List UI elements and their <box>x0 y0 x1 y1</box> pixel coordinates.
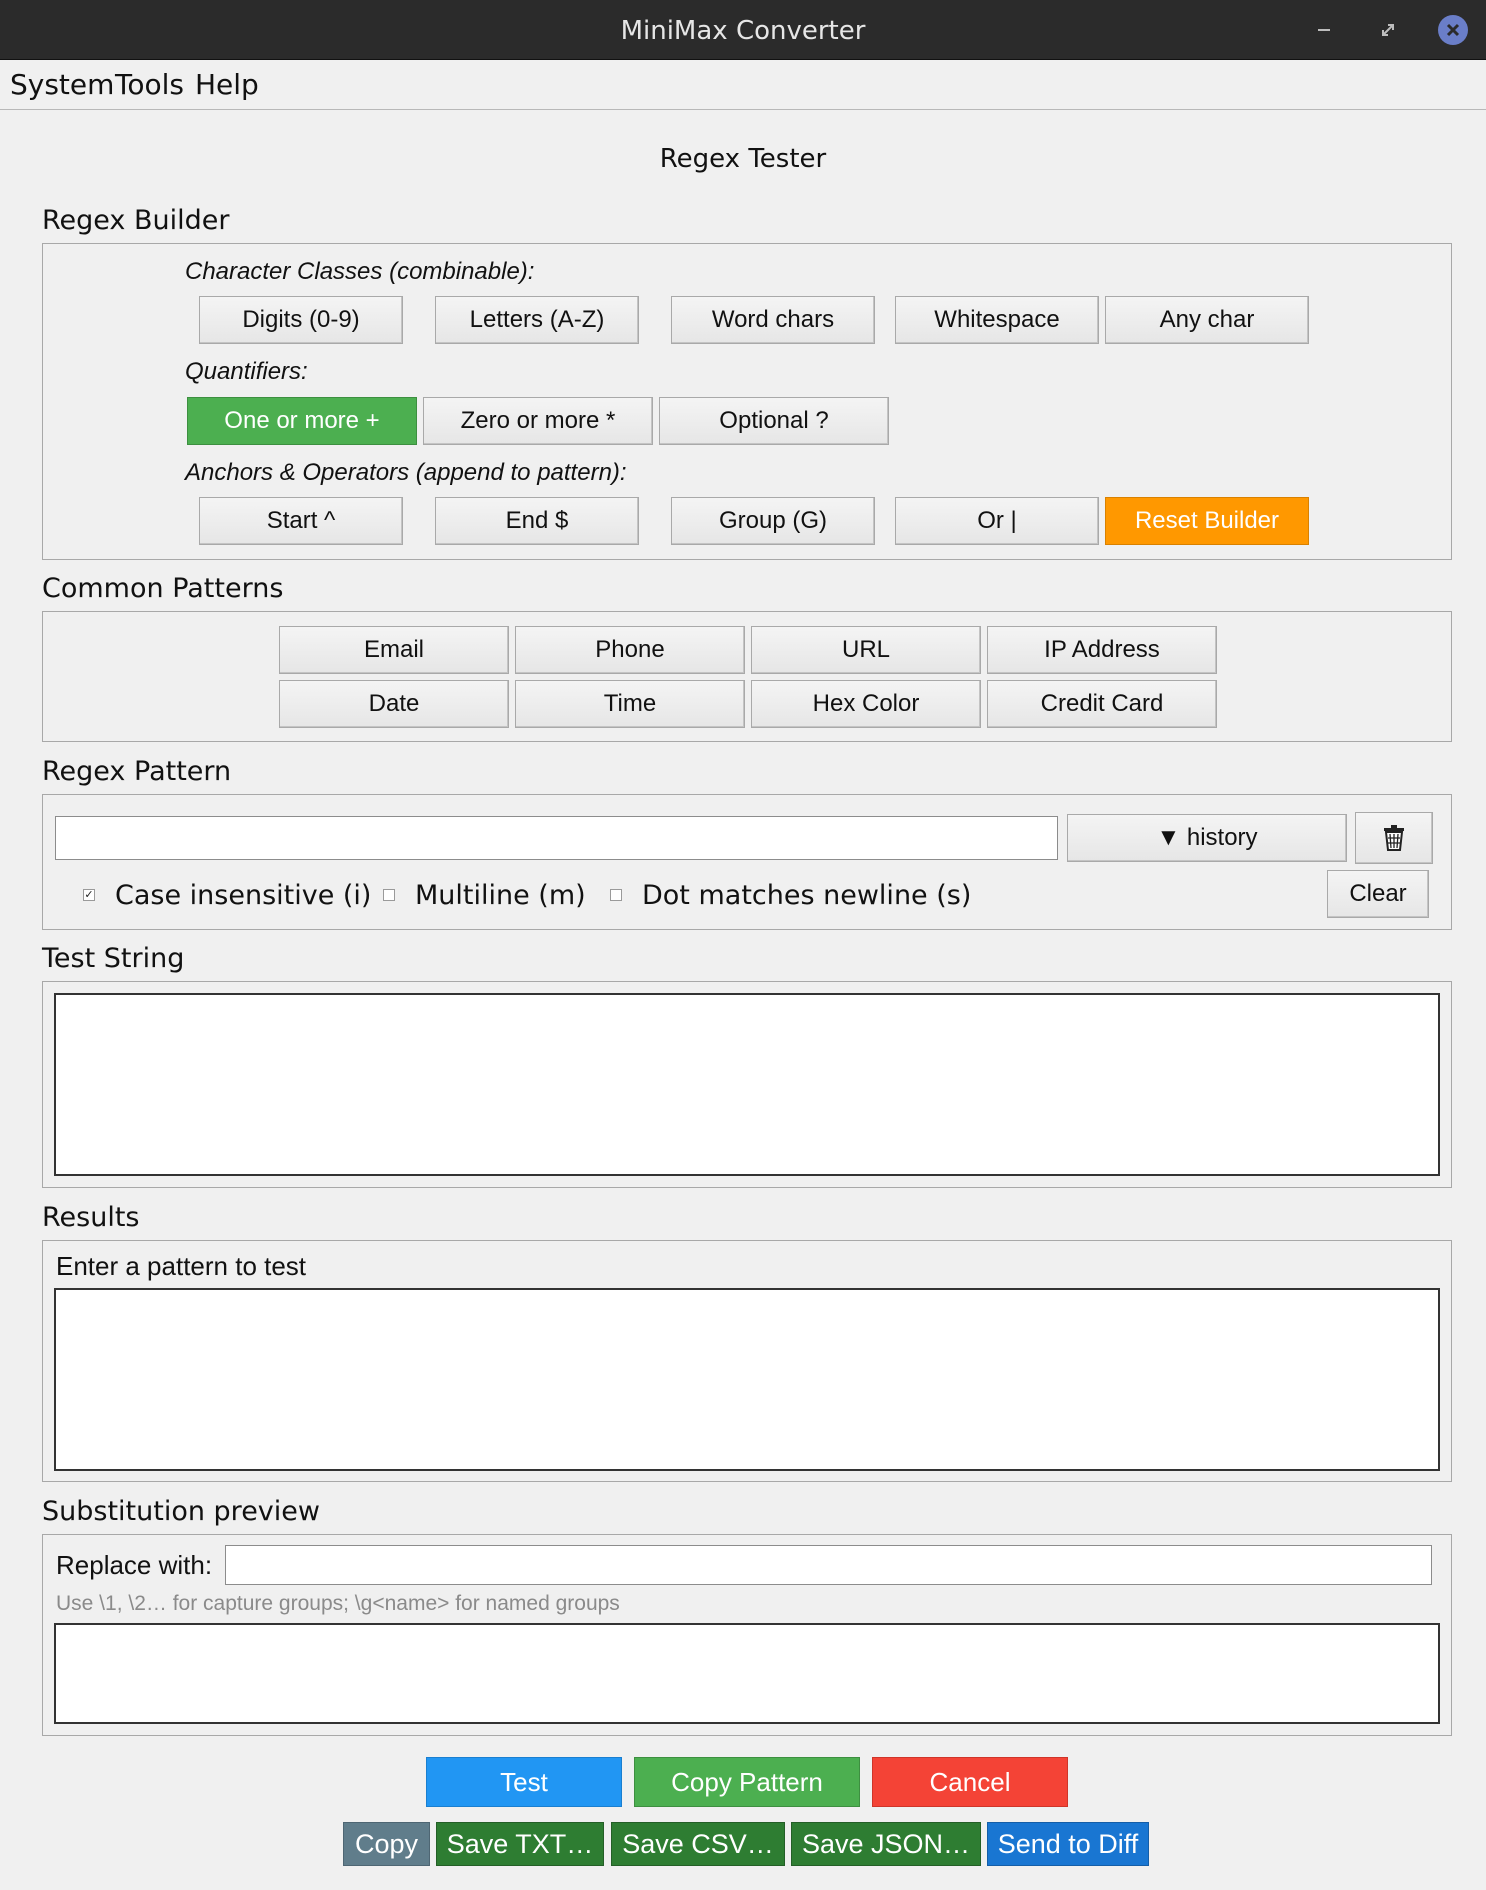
clear-history-button[interactable] <box>1355 812 1433 864</box>
maximize-button[interactable] <box>1374 16 1402 44</box>
restore-icon <box>1382 24 1394 36</box>
test-string-label: Test String <box>42 943 185 974</box>
common-patterns-label: Common Patterns <box>42 573 284 604</box>
save-csv-button[interactable]: Save CSV… <box>611 1822 785 1866</box>
app-window: MiniMax Converter System Tools Help Rege… <box>0 0 1486 1890</box>
dotall-option[interactable]: Dot matches newline (s) <box>610 878 971 912</box>
or-button[interactable]: Or | <box>895 497 1099 545</box>
results-label: Results <box>42 1202 140 1233</box>
anchors-label: Anchors & Operators (append to pattern): <box>185 459 627 486</box>
case-insensitive-option[interactable]: ✓ Case insensitive (i) <box>83 878 371 912</box>
case-insensitive-checkbox[interactable]: ✓ <box>83 889 95 901</box>
substitution-preview-textarea[interactable] <box>54 1623 1440 1724</box>
dotall-checkbox[interactable] <box>610 889 622 901</box>
save-txt-button[interactable]: Save TXT… <box>436 1822 604 1866</box>
menu-bar: System Tools Help <box>0 60 1486 110</box>
regex-builder-group: Character Classes (combinable): Digits (… <box>42 243 1452 560</box>
reset-builder-button[interactable]: Reset Builder <box>1105 497 1309 545</box>
whitespace-button[interactable]: Whitespace <box>895 296 1099 344</box>
regex-builder-label: Regex Builder <box>42 205 230 236</box>
multiline-checkbox[interactable] <box>383 889 395 901</box>
close-button[interactable] <box>1438 15 1468 45</box>
minimize-icon <box>1318 29 1330 31</box>
optional-button[interactable]: Optional ? <box>659 397 889 445</box>
any-char-button[interactable]: Any char <box>1105 296 1309 344</box>
replace-with-input[interactable] <box>225 1545 1432 1585</box>
common-patterns-group: Email Phone URL IP Address Date Time Hex… <box>42 611 1452 742</box>
copy-results-button[interactable]: Copy <box>343 1822 430 1866</box>
send-to-diff-button[interactable]: Send to Diff <box>987 1822 1149 1866</box>
trash-icon <box>1384 825 1404 851</box>
start-anchor-button[interactable]: Start ^ <box>199 497 403 545</box>
history-dropdown[interactable]: ▼ history <box>1067 814 1347 862</box>
case-insensitive-label: Case insensitive (i) <box>115 879 372 911</box>
test-string-textarea[interactable] <box>54 993 1440 1176</box>
clear-pattern-button[interactable]: Clear <box>1327 870 1429 918</box>
email-pattern-button[interactable]: Email <box>279 626 509 674</box>
char-classes-label: Character Classes (combinable): <box>185 258 535 285</box>
replace-with-label: Replace with: <box>56 1550 213 1580</box>
hex-color-pattern-button[interactable]: Hex Color <box>751 680 981 728</box>
test-button[interactable]: Test <box>426 1757 622 1807</box>
word-chars-button[interactable]: Word chars <box>671 296 875 344</box>
close-icon <box>1446 23 1460 37</box>
ip-address-pattern-button[interactable]: IP Address <box>987 626 1217 674</box>
digits-button[interactable]: Digits (0-9) <box>199 296 403 344</box>
cancel-button[interactable]: Cancel <box>872 1757 1068 1807</box>
save-json-button[interactable]: Save JSON… <box>791 1822 981 1866</box>
page-title: Regex Tester <box>659 144 827 174</box>
title-bar: MiniMax Converter <box>0 0 1486 60</box>
letters-button[interactable]: Letters (A-Z) <box>435 296 639 344</box>
menu-system[interactable]: System <box>10 68 114 101</box>
minimize-button[interactable] <box>1310 16 1338 44</box>
pattern-input[interactable] <box>55 816 1058 860</box>
quantifiers-label: Quantifiers: <box>185 358 308 385</box>
copy-pattern-button[interactable]: Copy Pattern <box>634 1757 860 1807</box>
phone-pattern-button[interactable]: Phone <box>515 626 745 674</box>
dotall-label: Dot matches newline (s) <box>642 879 972 911</box>
results-status: Enter a pattern to test <box>56 1251 307 1281</box>
url-pattern-button[interactable]: URL <box>751 626 981 674</box>
zero-or-more-button[interactable]: Zero or more * <box>423 397 653 445</box>
menu-help[interactable]: Help <box>195 68 259 101</box>
end-anchor-button[interactable]: End $ <box>435 497 639 545</box>
date-pattern-button[interactable]: Date <box>279 680 509 728</box>
substitution-label: Substitution preview <box>42 1496 320 1527</box>
credit-card-pattern-button[interactable]: Credit Card <box>987 680 1217 728</box>
one-or-more-button[interactable]: One or more + <box>187 397 417 445</box>
window-title: MiniMax Converter <box>620 16 866 46</box>
substitution-hint: Use \1, \2… for capture groups; \g<name>… <box>56 1592 620 1615</box>
multiline-label: Multiline (m) <box>415 879 586 911</box>
multiline-option[interactable]: Multiline (m) <box>383 878 586 912</box>
regex-pattern-label: Regex Pattern <box>42 756 232 787</box>
time-pattern-button[interactable]: Time <box>515 680 745 728</box>
menu-tools[interactable]: Tools <box>115 68 184 101</box>
results-textarea[interactable] <box>54 1288 1440 1471</box>
group-button[interactable]: Group (G) <box>671 497 875 545</box>
